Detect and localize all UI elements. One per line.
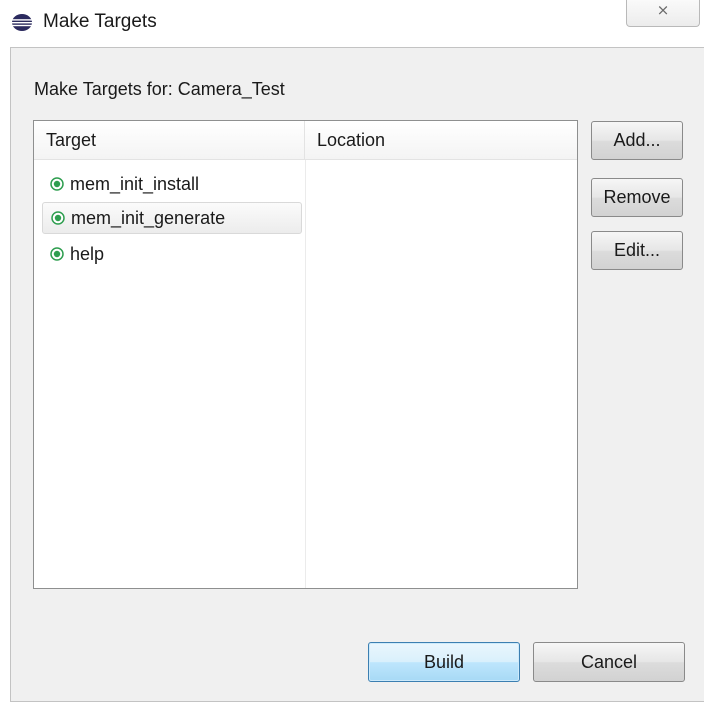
row-target-label: help: [70, 244, 105, 264]
remove-button[interactable]: Remove: [591, 178, 683, 217]
row-target-label: mem_init_generate: [71, 208, 226, 228]
table-row[interactable]: help: [42, 238, 302, 270]
close-button[interactable]: ⨯: [626, 0, 700, 27]
table-row[interactable]: mem_init_install: [42, 168, 302, 200]
make-targets-dialog: Make Targets for: Camera_Test Target Loc…: [10, 47, 704, 702]
dialog-header-label: Make Targets for: Camera_Test: [34, 79, 285, 99]
make-target-icon: [51, 211, 65, 225]
column-divider: [305, 160, 306, 588]
cancel-button[interactable]: Cancel: [533, 642, 685, 682]
title-bar: Make Targets ⨯: [0, 0, 705, 46]
column-header-location[interactable]: Location: [305, 121, 577, 160]
edit-button[interactable]: Edit...: [591, 231, 683, 270]
add-button[interactable]: Add...: [591, 121, 683, 160]
make-target-icon: [50, 177, 64, 191]
eclipse-icon: [12, 14, 32, 31]
close-icon: ⨯: [656, 2, 670, 19]
window-title: Make Targets: [43, 11, 157, 32]
column-header-target[interactable]: Target: [34, 121, 305, 160]
make-target-icon: [50, 247, 64, 261]
targets-table[interactable]: Target Location mem_init_install mem_ini…: [33, 120, 578, 589]
build-button[interactable]: Build: [368, 642, 520, 682]
row-target-label: mem_init_install: [70, 174, 200, 194]
table-row-selected[interactable]: mem_init_generate: [42, 202, 302, 234]
